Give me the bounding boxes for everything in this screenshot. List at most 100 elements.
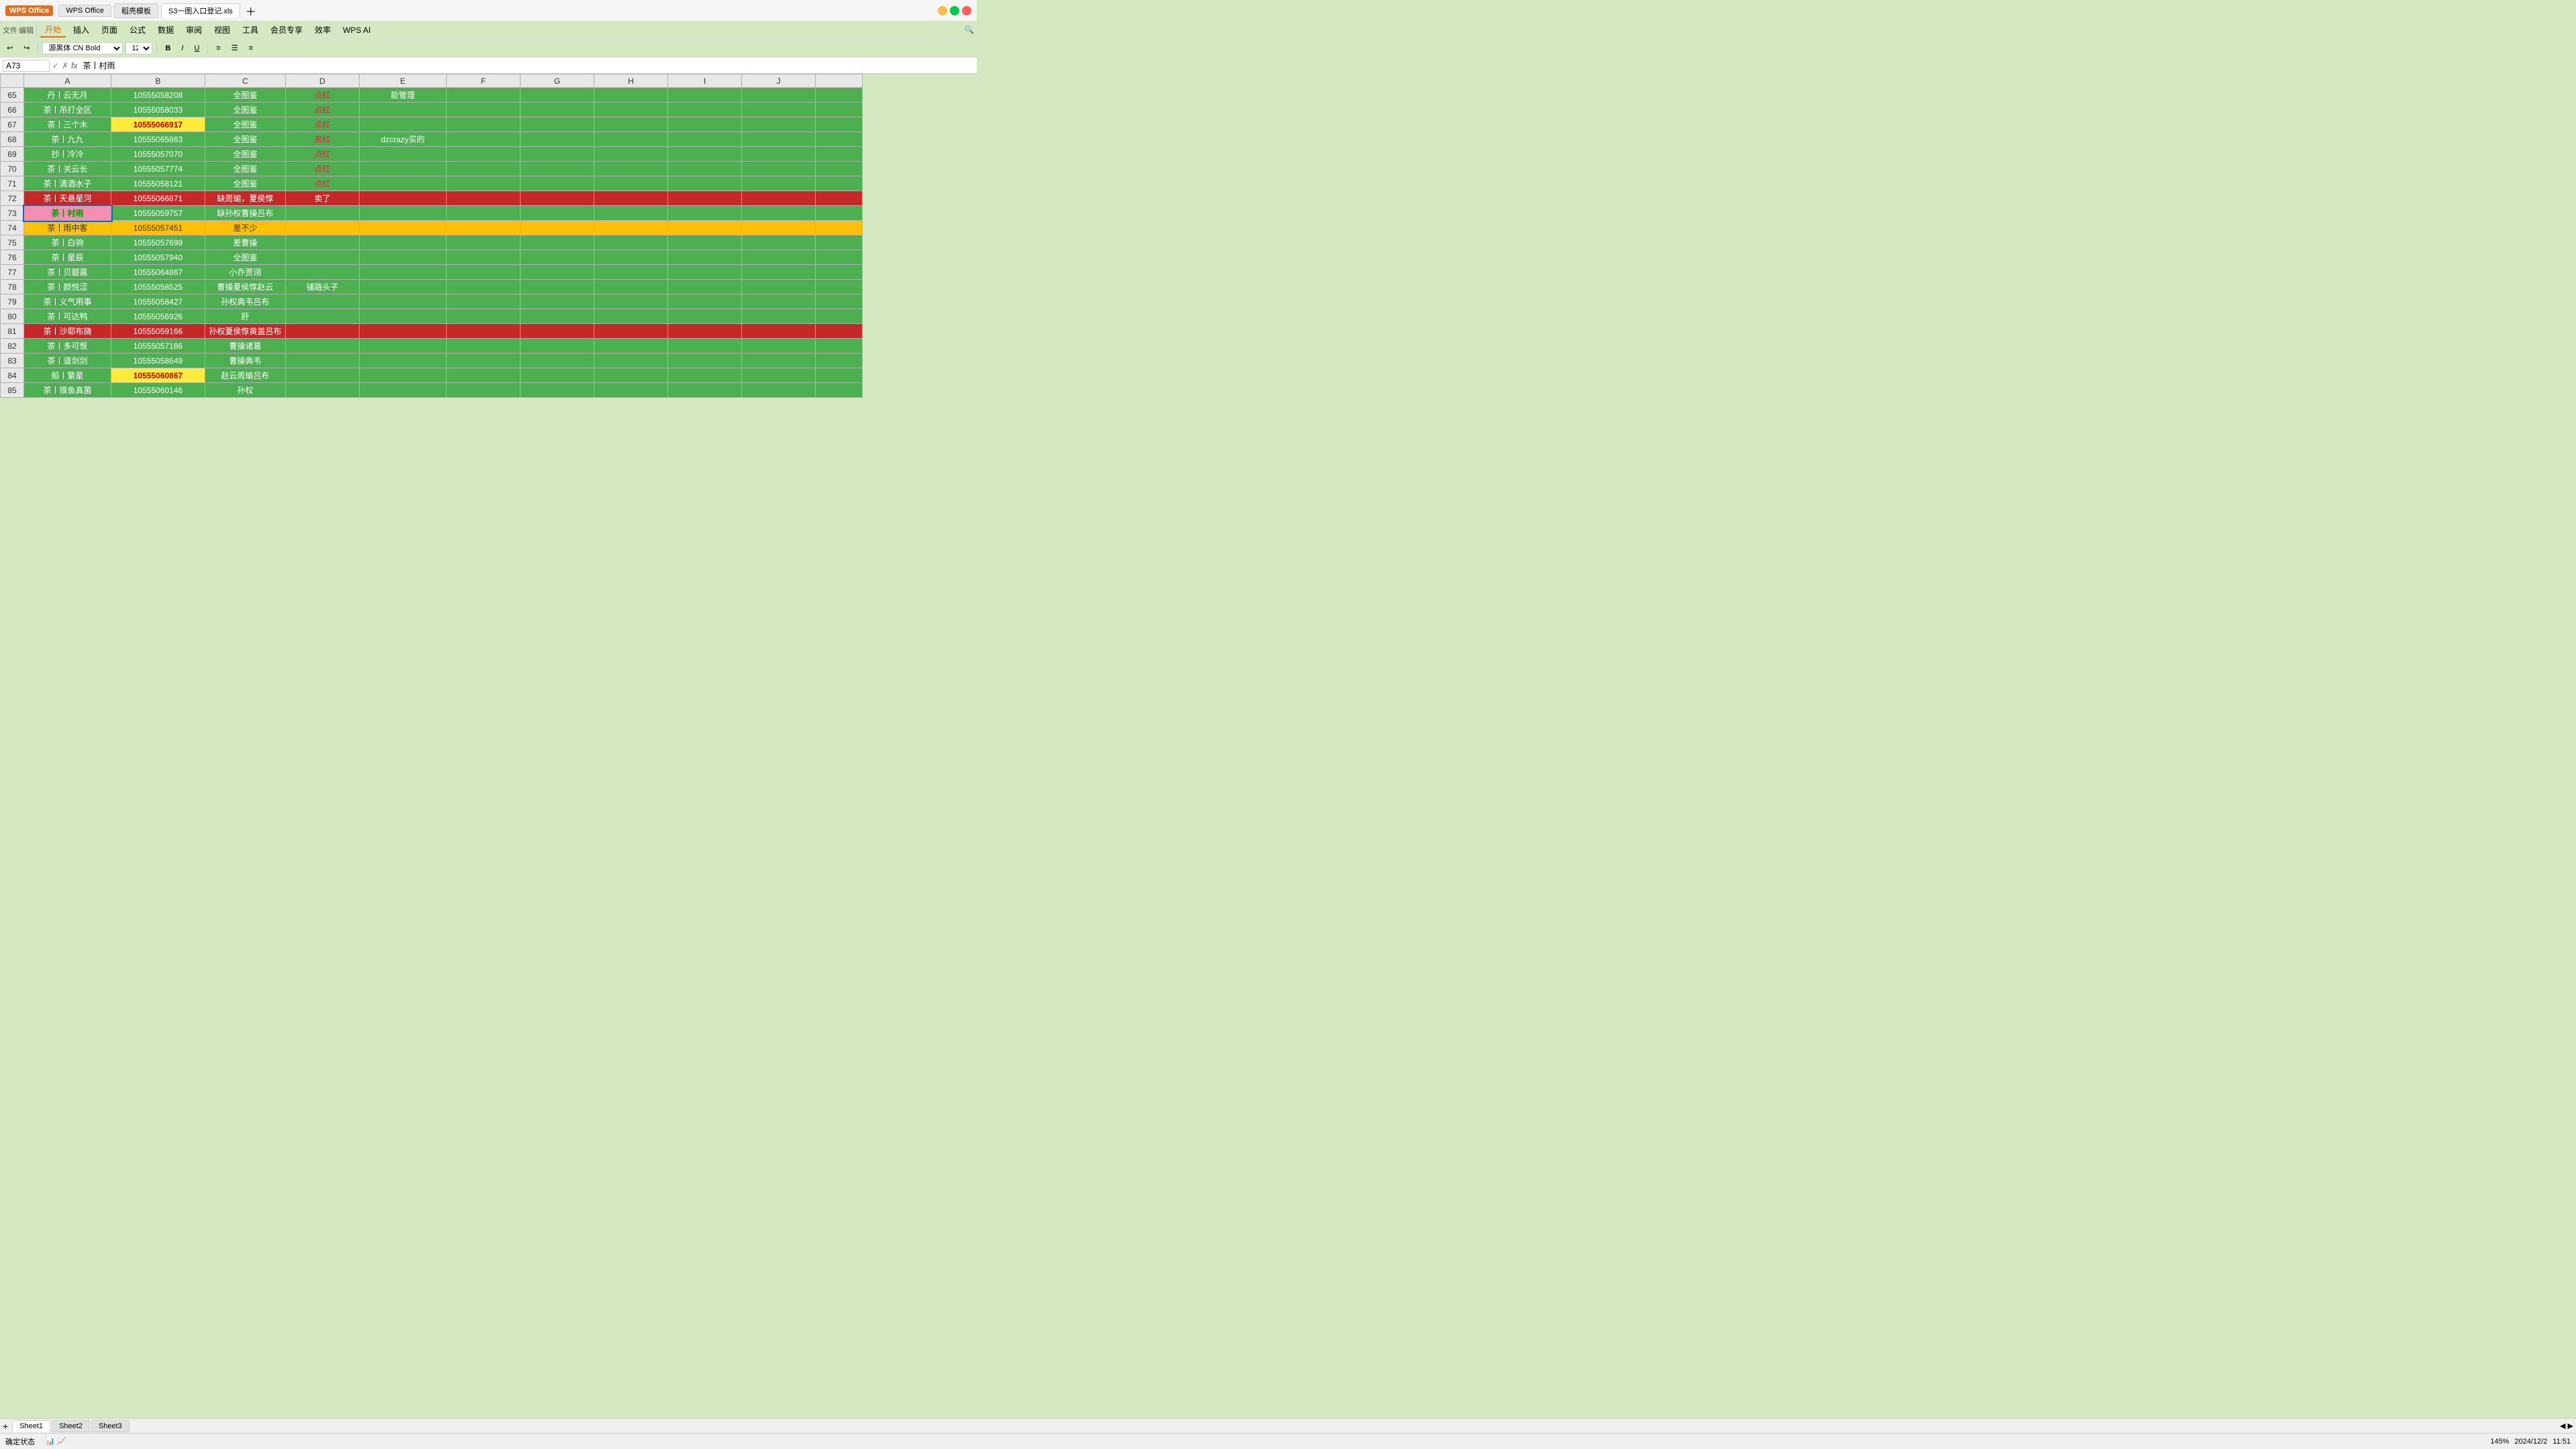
maximize-btn[interactable] — [950, 6, 959, 15]
table-cell[interactable] — [360, 191, 447, 206]
table-cell[interactable] — [447, 132, 521, 147]
table-cell[interactable] — [447, 206, 521, 221]
table-row[interactable]: 70茶丨关云长10555057774全图鉴点红 — [1, 162, 863, 176]
font-family-select[interactable]: 源黑体 CN Bold — [42, 42, 123, 54]
table-cell[interactable] — [360, 354, 447, 368]
table-cell[interactable] — [521, 354, 594, 368]
table-cell[interactable] — [286, 339, 360, 354]
sheet-tab-3[interactable]: Sheet3 — [91, 1420, 129, 1432]
table-cell[interactable] — [286, 294, 360, 309]
col-header-i[interactable]: I — [668, 74, 742, 88]
table-cell[interactable] — [668, 88, 742, 103]
review-menu[interactable]: 审阅 — [180, 23, 207, 37]
table-cell[interactable] — [447, 368, 521, 383]
table-row[interactable]: 79茶丨义气用事10555058427孙权典韦吕布 — [1, 294, 863, 309]
table-cell[interactable]: 10555058525 — [111, 280, 205, 294]
table-cell[interactable] — [594, 280, 668, 294]
table-cell[interactable] — [668, 235, 742, 250]
data-menu[interactable]: 数据 — [152, 23, 179, 37]
col-header-f[interactable]: F — [447, 74, 521, 88]
table-cell[interactable] — [447, 309, 521, 324]
table-cell[interactable]: 点红 — [286, 147, 360, 162]
table-cell[interactable] — [447, 250, 521, 265]
table-cell[interactable] — [594, 162, 668, 176]
close-btn[interactable] — [962, 6, 971, 15]
table-cell[interactable]: 10555066917 — [111, 117, 205, 132]
table-cell[interactable]: 茶丨白驹 — [24, 235, 111, 250]
table-cell[interactable] — [668, 324, 742, 339]
table-cell[interactable] — [521, 309, 594, 324]
table-cell[interactable] — [360, 309, 447, 324]
table-row[interactable]: 76茶丨星辰10555057940全图鉴 — [1, 250, 863, 265]
table-cell[interactable] — [594, 368, 668, 383]
table-cell[interactable]: 全图鉴 — [205, 88, 286, 103]
table-cell[interactable] — [594, 221, 668, 235]
table-cell[interactable]: 茶丨九九 — [24, 132, 111, 147]
table-cell[interactable] — [594, 339, 668, 354]
tab-file[interactable]: S3一图入口登记.xls — [161, 3, 240, 17]
table-cell[interactable] — [742, 103, 816, 117]
align-right-btn[interactable]: ≡ — [245, 43, 257, 54]
col-header-g[interactable]: G — [521, 74, 594, 88]
cell-reference[interactable] — [3, 60, 50, 72]
table-cell[interactable]: 点红 — [286, 103, 360, 117]
table-cell[interactable] — [742, 88, 816, 103]
col-header-d[interactable]: D — [286, 74, 360, 88]
align-center-btn[interactable]: ☰ — [227, 42, 242, 54]
table-cell[interactable] — [447, 339, 521, 354]
table-cell[interactable]: 茶丨吊打全区 — [24, 103, 111, 117]
table-cell[interactable] — [286, 309, 360, 324]
col-header-j[interactable]: J — [742, 74, 816, 88]
table-cell[interactable] — [521, 132, 594, 147]
table-cell[interactable]: 全图鉴 — [205, 147, 286, 162]
table-cell[interactable] — [668, 132, 742, 147]
table-cell[interactable]: 点红 — [286, 117, 360, 132]
table-cell[interactable]: 10555058649 — [111, 354, 205, 368]
col-header-e[interactable]: E — [360, 74, 447, 88]
search-btn[interactable]: 🔍 — [965, 25, 974, 34]
table-cell[interactable] — [521, 88, 594, 103]
sheet-tab-2[interactable]: Sheet2 — [52, 1420, 90, 1432]
table-cell[interactable] — [521, 383, 594, 398]
table-cell[interactable]: 10555057186 — [111, 339, 205, 354]
formula-input[interactable] — [80, 60, 974, 71]
table-cell[interactable] — [521, 117, 594, 132]
table-cell[interactable] — [594, 206, 668, 221]
table-cell[interactable] — [521, 250, 594, 265]
table-cell[interactable] — [668, 162, 742, 176]
table-cell[interactable]: 差不少 — [205, 221, 286, 235]
table-cell[interactable]: 点红 — [286, 162, 360, 176]
table-cell[interactable] — [668, 176, 742, 191]
table-cell[interactable] — [742, 368, 816, 383]
new-tab-btn[interactable]: ＋ — [246, 3, 256, 19]
table-cell[interactable]: 全图鉴 — [205, 117, 286, 132]
table-cell[interactable]: 10555057451 — [111, 221, 205, 235]
table-cell[interactable]: 10555058427 — [111, 294, 205, 309]
tab-template[interactable]: 稻壳模板 — [114, 3, 158, 18]
table-cell[interactable] — [742, 250, 816, 265]
table-cell[interactable]: 茶丨沙耶布旖 — [24, 324, 111, 339]
table-row[interactable]: 69抄丨冷冷10555057070全图鉴点红 — [1, 147, 863, 162]
table-cell[interactable] — [360, 265, 447, 280]
table-cell[interactable]: 高红 — [286, 132, 360, 147]
table-cell[interactable] — [668, 221, 742, 235]
col-header-a[interactable]: A — [24, 74, 111, 88]
table-cell[interactable] — [286, 324, 360, 339]
table-cell[interactable]: 10555065863 — [111, 132, 205, 147]
table-cell[interactable] — [360, 162, 447, 176]
table-cell[interactable]: 10555059166 — [111, 324, 205, 339]
table-row[interactable]: 74茶丨雨中客10555057451差不少 — [1, 221, 863, 235]
table-row[interactable]: 67茶丨三个木10555066917全图鉴点红 — [1, 117, 863, 132]
table-row[interactable]: 73茶丨村雨10555059757缺孙权曹操吕布 — [1, 206, 863, 221]
table-cell[interactable]: 全图鉴 — [205, 103, 286, 117]
col-header-b[interactable]: B — [111, 74, 205, 88]
table-cell[interactable] — [286, 206, 360, 221]
table-cell[interactable] — [286, 250, 360, 265]
table-cell[interactable]: 10555066871 — [111, 191, 205, 206]
table-cell[interactable] — [668, 147, 742, 162]
table-cell[interactable] — [668, 191, 742, 206]
table-cell[interactable] — [594, 294, 668, 309]
table-cell[interactable]: 茶丨天悬星河 — [24, 191, 111, 206]
col-header-h[interactable]: H — [594, 74, 668, 88]
table-cell[interactable] — [668, 368, 742, 383]
